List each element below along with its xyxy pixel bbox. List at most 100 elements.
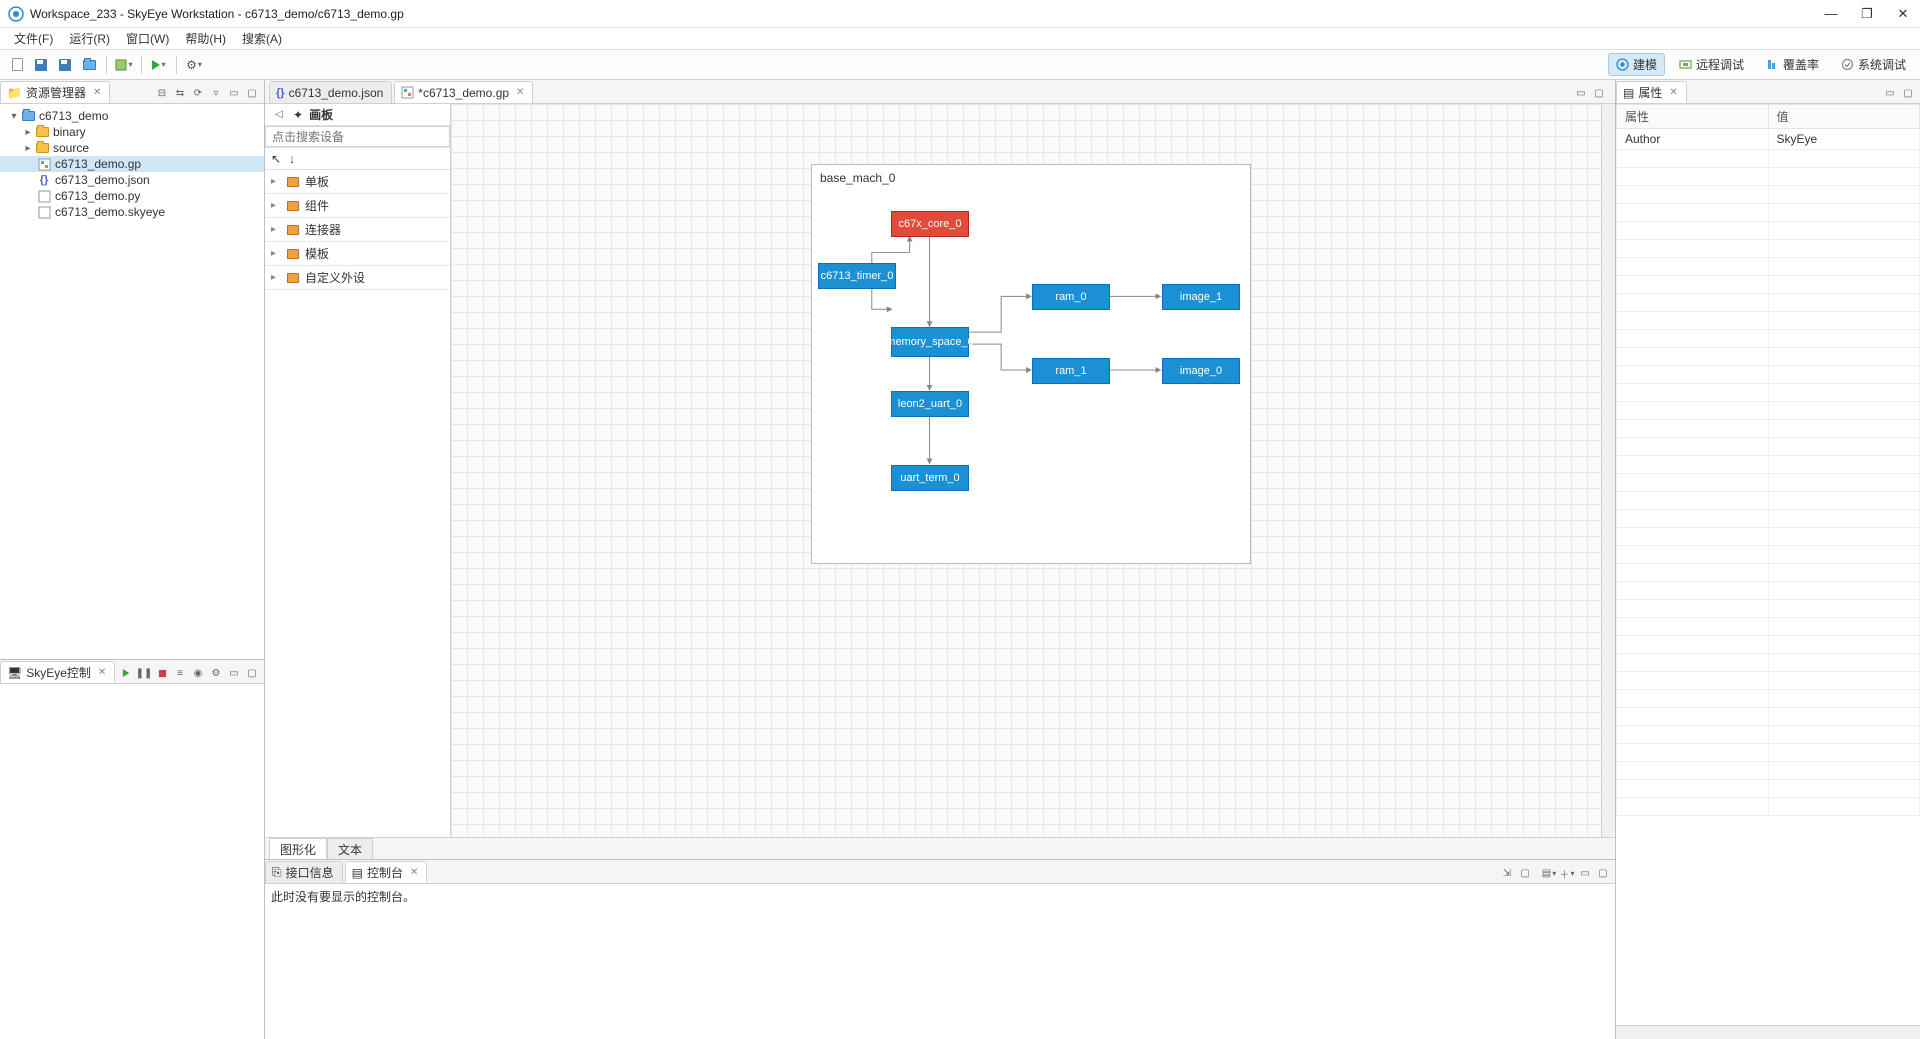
- close-button[interactable]: ✕: [1894, 6, 1912, 22]
- file-gp[interactable]: c6713_demo.gp: [0, 156, 264, 172]
- node-ram1[interactable]: ram_1: [1032, 358, 1110, 384]
- editor-tab-gp-close[interactable]: ✕: [516, 87, 524, 98]
- control-snapshot-button[interactable]: ◉: [190, 665, 206, 681]
- app-icon: [8, 6, 24, 22]
- save-all-button[interactable]: [54, 54, 76, 76]
- control-stop-button[interactable]: [154, 665, 170, 681]
- canvas-scrollbar[interactable]: [1601, 104, 1615, 837]
- control-settings-button[interactable]: ⚙: [208, 665, 224, 681]
- menu-help[interactable]: 帮助(H): [177, 28, 234, 49]
- view-menu-button[interactable]: ▿: [208, 85, 224, 101]
- maximize-panel-button[interactable]: ▢: [244, 85, 260, 101]
- console-display-dropdown[interactable]: ▤: [1541, 865, 1557, 881]
- console-close-icon[interactable]: ✕: [410, 867, 418, 878]
- table-row: [1617, 492, 1920, 510]
- diagram-canvas[interactable]: base_mach_0: [451, 104, 1601, 837]
- folder-binary[interactable]: ▸binary: [0, 124, 264, 140]
- wizard-dropdown[interactable]: [113, 54, 135, 76]
- palette-group-custom[interactable]: ▸自定义外设: [265, 266, 450, 290]
- maximize-button[interactable]: ❐: [1858, 6, 1876, 22]
- new-button[interactable]: [6, 54, 28, 76]
- console-pin-button[interactable]: ⇲: [1499, 865, 1515, 881]
- node-ram0[interactable]: ram_0: [1032, 284, 1110, 310]
- editor-tabstrip: {} c6713_demo.json *c6713_demo.gp ✕ ▭ ▢: [265, 80, 1615, 104]
- bottom-tab-text[interactable]: 文本: [327, 838, 373, 860]
- refresh-button[interactable]: ⟳: [190, 85, 206, 101]
- explorer-icon: 📁: [7, 86, 22, 100]
- properties-tab[interactable]: ▤ 属性 ✕: [1616, 81, 1687, 103]
- connection-tool-icon[interactable]: ↓: [289, 152, 295, 166]
- console-minimize-button[interactable]: ▭: [1577, 865, 1593, 881]
- properties-maximize-button[interactable]: ▢: [1900, 85, 1916, 101]
- node-image0[interactable]: image_0: [1162, 358, 1240, 384]
- file-py[interactable]: c6713_demo.py: [0, 188, 264, 204]
- control-minimize-button[interactable]: ▭: [226, 665, 242, 681]
- link-editor-button[interactable]: ⇆: [172, 85, 188, 101]
- control-close-icon[interactable]: ✕: [98, 667, 106, 678]
- control-maximize-button[interactable]: ▢: [244, 665, 260, 681]
- select-tool-icon[interactable]: ↖: [271, 152, 281, 166]
- node-timer[interactable]: c6713_timer_0: [818, 263, 896, 289]
- node-core[interactable]: c67x_core_0: [891, 211, 969, 237]
- node-uart[interactable]: leon2_uart_0: [891, 391, 969, 417]
- table-row: [1617, 618, 1920, 636]
- palette-search: [265, 126, 450, 148]
- perspective-modeling[interactable]: 建模: [1608, 53, 1665, 76]
- console-tab[interactable]: ▤ 控制台 ✕: [345, 861, 428, 883]
- editor-minimize-button[interactable]: ▭: [1573, 85, 1589, 101]
- editor-tab-json-label: c6713_demo.json: [289, 86, 384, 100]
- palette-group-template[interactable]: ▸模板: [265, 242, 450, 266]
- table-row: [1617, 258, 1920, 276]
- properties-col-val[interactable]: 值: [1768, 105, 1920, 129]
- perspective-remote-debug[interactable]: 远程调试: [1671, 53, 1752, 76]
- minimize-panel-button[interactable]: ▭: [226, 85, 242, 101]
- control-tab[interactable]: 🖥 SkyEye控制 ✕: [0, 661, 115, 683]
- node-memory-space[interactable]: memory_space_0: [891, 327, 969, 357]
- perspective-system-debug[interactable]: 系统调试: [1833, 53, 1914, 76]
- diagram-container[interactable]: base_mach_0: [811, 164, 1251, 564]
- editor-tab-gp[interactable]: *c6713_demo.gp ✕: [394, 81, 533, 103]
- save-button[interactable]: [30, 54, 52, 76]
- interface-tab[interactable]: ⎘ 接口信息: [265, 861, 343, 883]
- palette-group-component[interactable]: ▸组件: [265, 194, 450, 218]
- console-new-dropdown[interactable]: ＋: [1559, 865, 1575, 881]
- bottom-tab-graphic[interactable]: 图形化: [269, 838, 327, 860]
- explorer-close-icon[interactable]: ✕: [93, 87, 101, 98]
- editor-tab-json[interactable]: {} c6713_demo.json: [269, 81, 392, 103]
- modeling-icon: [1616, 58, 1629, 71]
- menu-file[interactable]: 文件(F): [6, 28, 61, 49]
- control-pause-button[interactable]: ❚❚: [136, 665, 152, 681]
- console-clear-button[interactable]: ▢: [1517, 865, 1533, 881]
- properties-scrollbar[interactable]: [1616, 1025, 1920, 1039]
- minimize-button[interactable]: —: [1822, 6, 1840, 22]
- perspective-coverage[interactable]: 覆盖率: [1758, 53, 1827, 76]
- file-skyeye[interactable]: c6713_demo.skyeye: [0, 204, 264, 220]
- open-button[interactable]: [78, 54, 100, 76]
- properties-minimize-button[interactable]: ▭: [1882, 85, 1898, 101]
- menu-search[interactable]: 搜索(A): [234, 28, 290, 49]
- palette-group-connector[interactable]: ▸连接器: [265, 218, 450, 242]
- menu-run[interactable]: 运行(R): [61, 28, 118, 49]
- menu-window[interactable]: 窗口(W): [118, 28, 177, 49]
- table-row[interactable]: Author SkyEye: [1617, 129, 1920, 150]
- collapse-all-button[interactable]: ⊟: [154, 85, 170, 101]
- palette-search-input[interactable]: [265, 126, 450, 147]
- node-image1[interactable]: image_1: [1162, 284, 1240, 310]
- node-term[interactable]: uart_term_0: [891, 465, 969, 491]
- debug-dropdown[interactable]: ⚙: [183, 54, 205, 76]
- file-json[interactable]: {}c6713_demo.json: [0, 172, 264, 188]
- folder-source[interactable]: ▸source: [0, 140, 264, 156]
- palette-group-board[interactable]: ▸单板: [265, 170, 450, 194]
- properties-col-key[interactable]: 属性: [1617, 105, 1769, 129]
- console-maximize-button[interactable]: ▢: [1595, 865, 1611, 881]
- property-key: Author: [1617, 129, 1769, 150]
- editor-maximize-button[interactable]: ▢: [1591, 85, 1607, 101]
- run-dropdown[interactable]: [148, 54, 170, 76]
- properties-close-icon[interactable]: ✕: [1669, 87, 1677, 98]
- workbench: 📁 资源管理器 ✕ ⊟ ⇆ ⟳ ▿ ▭ ▢ ▾c6713_demo ▸binar…: [0, 80, 1920, 1039]
- control-play-button[interactable]: [118, 665, 134, 681]
- project-node[interactable]: ▾c6713_demo: [0, 108, 264, 124]
- control-step-button[interactable]: ≡: [172, 665, 188, 681]
- palette-back-icon[interactable]: ◁: [271, 107, 287, 123]
- explorer-tab[interactable]: 📁 资源管理器 ✕: [0, 81, 110, 103]
